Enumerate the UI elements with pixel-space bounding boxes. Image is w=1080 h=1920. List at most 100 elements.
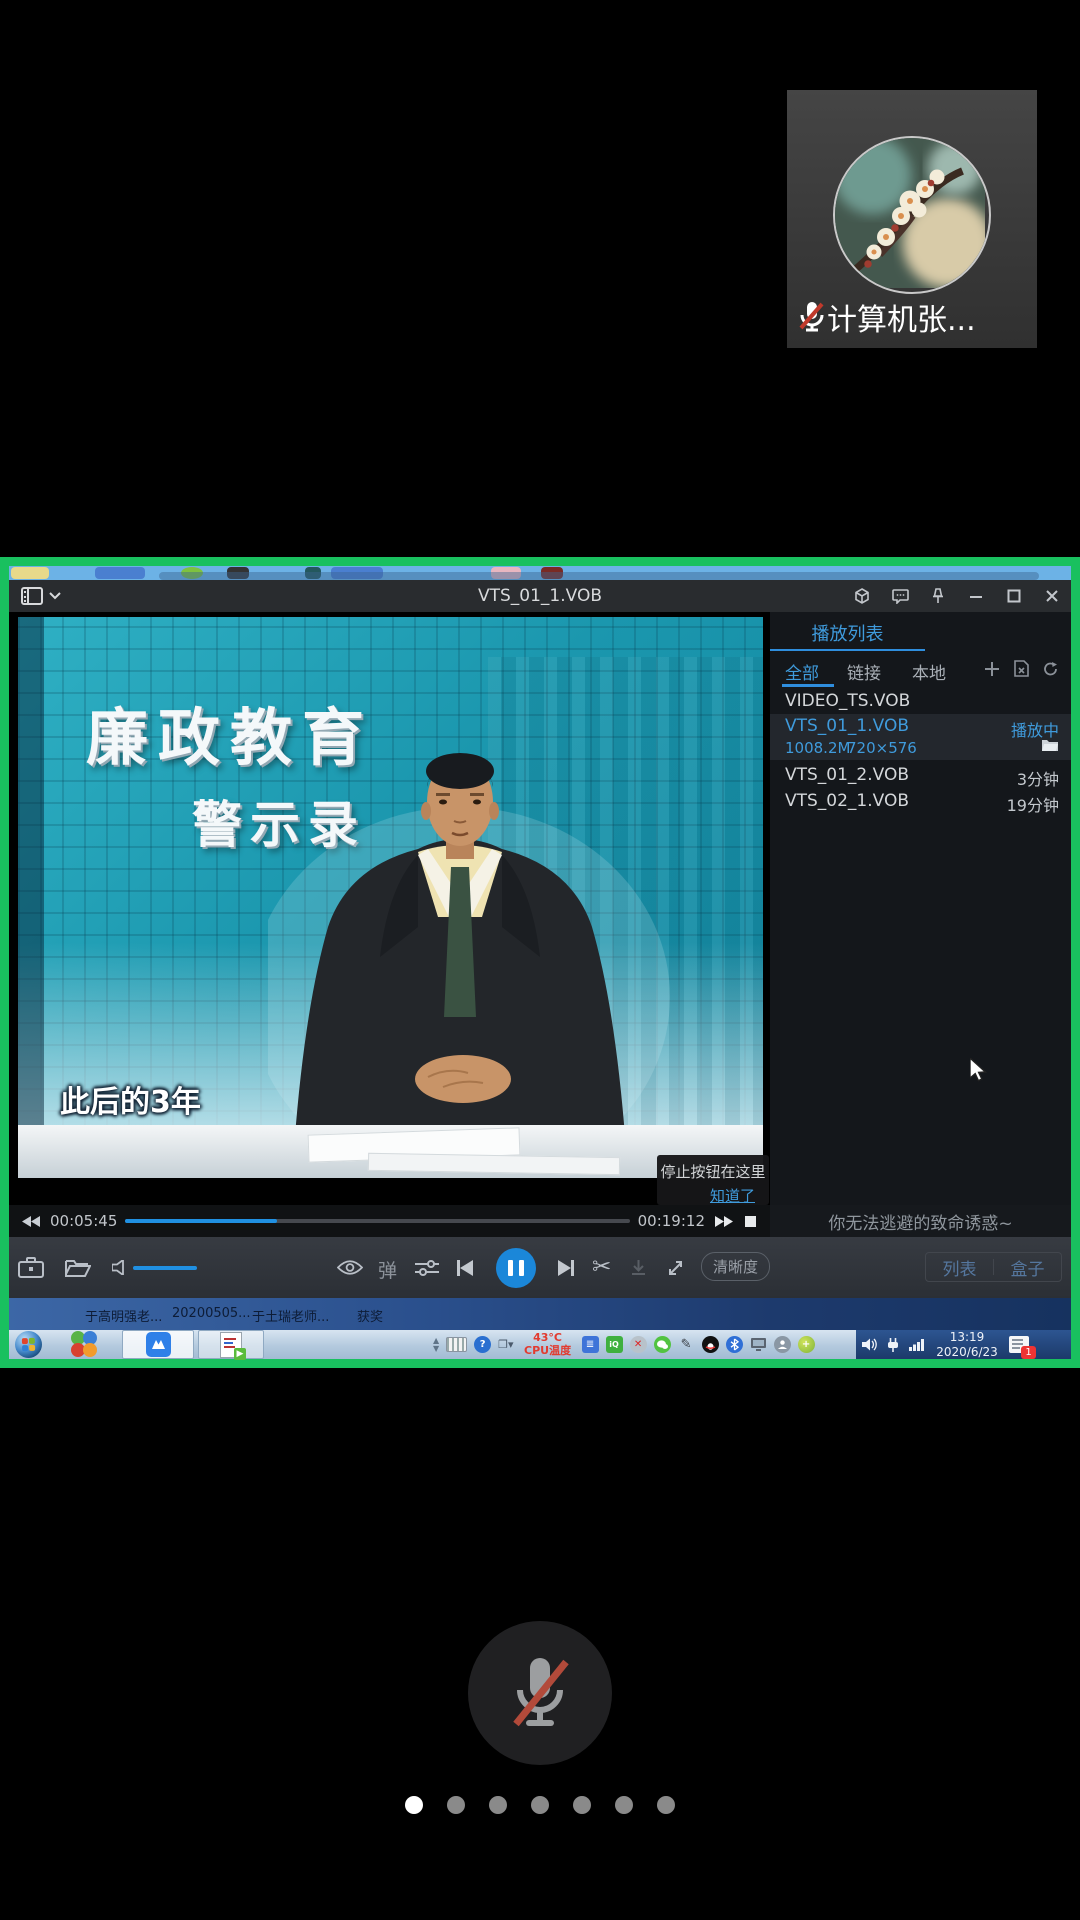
playlist-item-duration: 19分钟 bbox=[1007, 792, 1059, 816]
iqiyi-icon[interactable]: iQ bbox=[606, 1336, 623, 1353]
page-dot bbox=[615, 1796, 633, 1814]
volume-tray-icon[interactable] bbox=[862, 1338, 877, 1351]
time-total: 00:19:12 bbox=[638, 1212, 705, 1230]
playlist-item-duration: 3分钟 bbox=[1017, 766, 1059, 790]
loop-mode-icon[interactable] bbox=[1043, 661, 1059, 677]
window-stack-icon[interactable]: ❐▾ bbox=[498, 1338, 513, 1351]
minimize-icon[interactable] bbox=[967, 587, 985, 605]
stop-icon[interactable] bbox=[745, 1216, 756, 1227]
page-dot bbox=[531, 1796, 549, 1814]
desktop-label[interactable]: 获奖 bbox=[357, 1306, 383, 1325]
taskbar-videoplayer-button[interactable]: ▶ bbox=[198, 1330, 264, 1359]
playlist-item-resolution: 720×576 bbox=[847, 739, 917, 757]
settings-sliders-icon[interactable] bbox=[415, 1237, 439, 1298]
tooltip-dismiss-link[interactable]: 知道了 bbox=[657, 1185, 755, 1205]
desktop-wallpaper-strip: 于高明强老... 20200505... 于土瑞老师... 获奖 bbox=[9, 1298, 1071, 1330]
taskbar-meeting-app-button[interactable] bbox=[122, 1330, 194, 1359]
help-icon[interactable]: ? bbox=[474, 1336, 491, 1353]
open-file-icon[interactable] bbox=[65, 1237, 91, 1298]
download-icon[interactable] bbox=[630, 1237, 647, 1298]
clip-scissors-icon[interactable]: ✂ bbox=[592, 1254, 611, 1280]
notification-center-icon[interactable]: 1 bbox=[1009, 1336, 1029, 1353]
network-blocked-icon[interactable]: ✕ bbox=[630, 1336, 647, 1353]
clock-date: 2020/6/23 bbox=[936, 1345, 998, 1359]
desktop-label[interactable]: 于土瑞老师... bbox=[252, 1306, 329, 1325]
avatar bbox=[833, 136, 991, 294]
desktop-icon-blob bbox=[95, 567, 145, 579]
page-dot bbox=[447, 1796, 465, 1814]
next-track-icon[interactable] bbox=[558, 1237, 574, 1298]
stop-button-tooltip: 停止按钮在这里 知道了 bbox=[657, 1155, 769, 1205]
time-current: 00:05:45 bbox=[50, 1212, 117, 1230]
hide-arrows-icon[interactable]: ▲▼ bbox=[433, 1337, 439, 1351]
seek-bar-fill bbox=[125, 1219, 276, 1223]
power-plug-icon[interactable] bbox=[886, 1338, 900, 1352]
playlist-item[interactable]: VTS_02_1.VOB 19分钟 bbox=[770, 788, 1071, 814]
clear-playlist-icon[interactable] bbox=[1014, 660, 1029, 677]
taskbar-app-icon[interactable] bbox=[71, 1331, 98, 1358]
taskbar-clock[interactable]: 13:19 2020/6/23 bbox=[934, 1330, 1000, 1359]
page-dot bbox=[657, 1796, 675, 1814]
qq-icon[interactable] bbox=[702, 1336, 719, 1353]
video-display-area[interactable]: 廉政教育 警示录 bbox=[9, 612, 770, 1205]
quality-button[interactable]: 清晰度 bbox=[701, 1252, 770, 1281]
tab-local[interactable]: 本地 bbox=[912, 659, 946, 684]
playlist-item-name: VTS_01_2.VOB bbox=[785, 765, 909, 785]
player-control-bar: 弹 ✂ 清晰度 列表 盒子 bbox=[9, 1237, 1071, 1298]
page-dot bbox=[489, 1796, 507, 1814]
shared-screen-region[interactable]: VTS_01_1.VOB 廉政教育 bbox=[0, 557, 1080, 1368]
close-icon[interactable] bbox=[1043, 587, 1061, 605]
eye-icon[interactable] bbox=[337, 1237, 363, 1298]
pause-button[interactable] bbox=[496, 1248, 536, 1288]
danmaku-toggle[interactable]: 弹 bbox=[378, 1256, 397, 1283]
pen-icon[interactable]: ✎ bbox=[678, 1336, 695, 1353]
list-view-button[interactable]: 列表 bbox=[926, 1255, 993, 1280]
tooltip-arrow bbox=[731, 1204, 749, 1205]
wechat-icon[interactable] bbox=[654, 1336, 671, 1353]
box-view-button[interactable]: 盒子 bbox=[994, 1255, 1061, 1280]
rewind-icon[interactable] bbox=[22, 1216, 40, 1227]
open-folder-icon[interactable] bbox=[1041, 738, 1059, 752]
keyboard-icon[interactable] bbox=[446, 1337, 467, 1352]
playlist-item-size: 1008.2M bbox=[785, 739, 850, 757]
video-list-icon[interactable]: ≣ bbox=[582, 1336, 599, 1353]
pin-icon[interactable] bbox=[929, 587, 947, 605]
bluetooth-icon[interactable] bbox=[726, 1336, 743, 1353]
desktop-label[interactable]: 20200505... bbox=[172, 1306, 251, 1321]
start-button[interactable] bbox=[15, 1331, 42, 1358]
windows-flag-icon bbox=[22, 1338, 35, 1351]
volume-icon[interactable] bbox=[112, 1237, 128, 1298]
page-dot bbox=[573, 1796, 591, 1814]
tab-all[interactable]: 全部 bbox=[785, 659, 819, 684]
playlist-item[interactable]: VTS_01_2.VOB 3分钟 bbox=[770, 762, 1071, 788]
tab-links[interactable]: 链接 bbox=[847, 659, 881, 684]
video-caption: 此后的3年 bbox=[60, 1077, 201, 1121]
comment-icon[interactable] bbox=[891, 587, 909, 605]
participant-tile[interactable]: 计算机张... bbox=[787, 90, 1037, 348]
previous-track-icon[interactable] bbox=[457, 1237, 473, 1298]
volume-slider[interactable] bbox=[133, 1266, 197, 1270]
seek-bar[interactable] bbox=[125, 1219, 629, 1223]
taskbar-clock-section: 13:19 2020/6/23 1 bbox=[856, 1330, 1071, 1359]
playlist-item[interactable]: VIDEO_TS.VOB bbox=[770, 688, 1071, 714]
display-icon[interactable] bbox=[750, 1336, 767, 1353]
cpu-temp-readout[interactable]: 43°C CPU温度 bbox=[521, 1332, 575, 1357]
add-to-playlist-icon[interactable] bbox=[984, 661, 1000, 677]
windows-taskbar: ▶ ▲▼ ? ❐▾ 43°C CPU温度 ≣ iQ ✕ ✎ bbox=[9, 1330, 1071, 1359]
network-signal-icon[interactable] bbox=[909, 1338, 925, 1351]
page-dot bbox=[405, 1796, 423, 1814]
playlist-item-active[interactable]: VTS_01_1.VOB 播放中 1008.2M 720×576 bbox=[770, 714, 1071, 760]
toolbox-icon[interactable] bbox=[18, 1237, 44, 1298]
chevron-down-icon[interactable] bbox=[49, 592, 61, 600]
maximize-icon[interactable] bbox=[1005, 587, 1023, 605]
cube-icon[interactable] bbox=[853, 587, 871, 605]
contact-icon[interactable] bbox=[774, 1336, 791, 1353]
fast-forward-icon[interactable] bbox=[715, 1216, 733, 1227]
mouse-cursor bbox=[970, 1058, 992, 1082]
resize-arrows-icon[interactable] bbox=[667, 1237, 685, 1298]
desktop-label[interactable]: 于高明强老... bbox=[85, 1306, 162, 1325]
film-icon[interactable] bbox=[21, 587, 43, 605]
video-player-app-icon: ▶ bbox=[220, 1332, 242, 1358]
mic-mute-button[interactable] bbox=[468, 1621, 612, 1765]
antivirus-icon[interactable]: + bbox=[798, 1336, 815, 1353]
